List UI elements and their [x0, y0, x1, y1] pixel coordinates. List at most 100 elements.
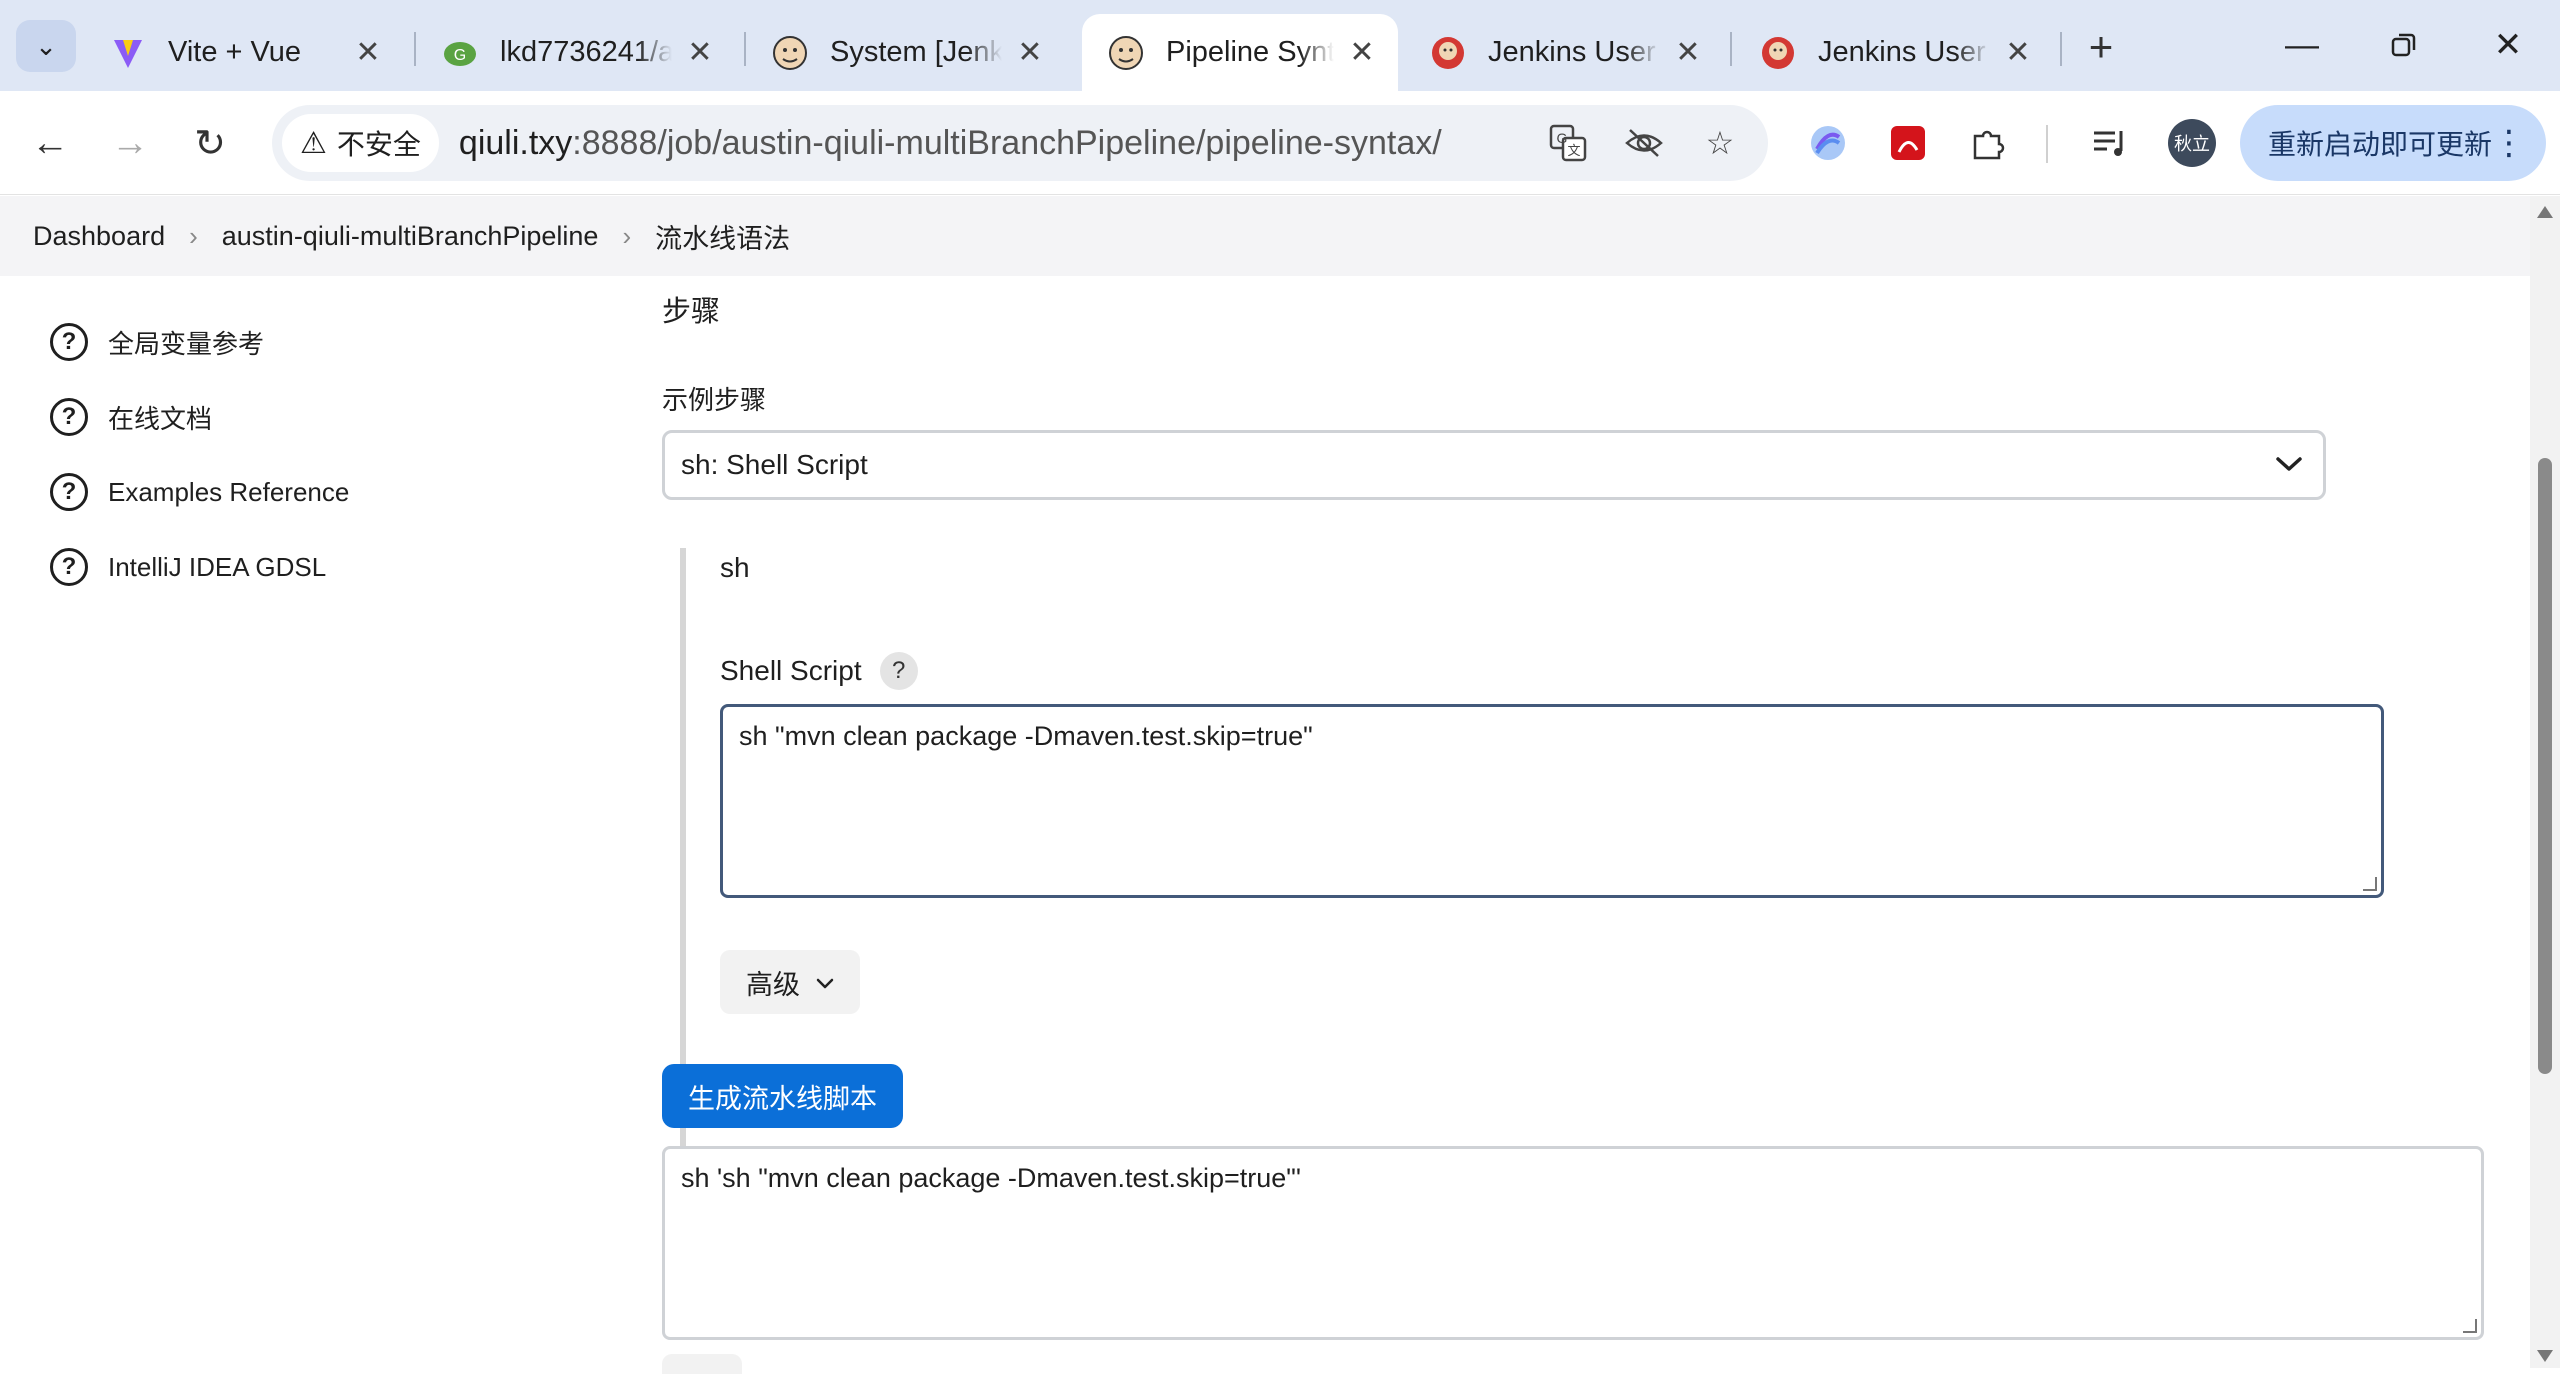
close-icon[interactable]: ✕	[350, 35, 386, 71]
back-arrow-icon: ←	[31, 121, 69, 164]
browser-tab[interactable]: Jenkins User ✕	[1734, 14, 2054, 91]
jenkins-red-icon	[1430, 35, 1466, 71]
sidebar-item-label: 在线文档	[108, 403, 213, 434]
relaunch-label: 重新启动即可更新	[2268, 129, 2493, 160]
resize-handle[interactable]	[2363, 877, 2377, 891]
advanced-label: 高级	[746, 969, 800, 1000]
sample-step-label: 示例步骤	[662, 385, 767, 415]
reload-button[interactable]: ↻	[178, 111, 242, 175]
close-icon[interactable]: ✕	[2000, 35, 2036, 71]
pdf-extension-icon[interactable]	[1880, 115, 1936, 171]
shell-script-value: sh "mvn clean package -Dmaven.test.skip=…	[739, 721, 1313, 751]
close-icon[interactable]: ✕	[682, 35, 718, 71]
scrollbar-thumb[interactable]	[2538, 458, 2552, 1074]
relaunch-update-button[interactable]: 重新启动即可更新 ⋮	[2240, 105, 2546, 181]
forward-button[interactable]: →	[98, 111, 162, 175]
close-icon[interactable]: ✕	[1012, 35, 1048, 71]
security-label: 不安全	[336, 129, 421, 160]
close-icon[interactable]: ✕	[1344, 35, 1380, 71]
chevron-right-icon: ›	[189, 220, 198, 251]
back-button[interactable]: ←	[18, 111, 82, 175]
security-indicator[interactable]: ⚠ 不安全	[282, 114, 439, 172]
shell-script-label: Shell Script	[720, 655, 862, 686]
chevron-right-icon: ›	[622, 220, 632, 251]
media-control-icon[interactable]	[2082, 115, 2138, 171]
gitee-icon: G	[442, 35, 478, 71]
chevron-down-icon	[816, 969, 834, 995]
shell-script-textarea[interactable]: sh "mvn clean package -Dmaven.test.skip=…	[720, 704, 2384, 898]
browser-tab-strip: ⌄ Vite + Vue ✕ G lkd7736241/austin ✕ Sys…	[0, 0, 2560, 91]
help-circle-icon: ?	[50, 473, 88, 511]
tab-title: System [Jenkins]	[830, 36, 1002, 68]
sample-step-select[interactable]: sh: Shell Script	[662, 430, 2326, 500]
browser-toolbar: ← → ↻ ⚠ 不安全 qiuli.txy:8888/job/austin-qi…	[0, 91, 2560, 195]
tab-title: Pipeline Syntax	[1166, 36, 1334, 68]
sidebar-item-examples-reference[interactable]: ? Examples Reference	[50, 467, 349, 517]
help-circle-icon: ?	[50, 548, 88, 586]
star-icon[interactable]: ☆	[1698, 121, 1742, 165]
breadcrumb-item-pipeline-syntax[interactable]: 流水线语法	[655, 217, 790, 256]
tab-title: Jenkins User	[1488, 36, 1656, 68]
extensions-puzzle-icon[interactable]	[1960, 115, 2016, 171]
scroll-down-icon[interactable]	[2537, 1350, 2553, 1362]
step-name: sh	[720, 552, 750, 583]
url-text[interactable]: qiuli.txy:8888/job/austin-qiuli-multiBra…	[459, 124, 1442, 163]
browser-tab[interactable]: Jenkins User ✕	[1404, 14, 1724, 91]
jenkins-icon	[772, 35, 808, 71]
eye-slash-icon[interactable]	[1622, 121, 1666, 165]
browser-tab[interactable]: G lkd7736241/austin ✕	[416, 14, 736, 91]
help-button[interactable]: ?	[879, 652, 918, 690]
generate-pipeline-script-button[interactable]: 生成流水线脚本	[662, 1064, 903, 1128]
restore-icon	[2391, 33, 2416, 57]
chevron-down-icon: ⌄	[35, 30, 57, 61]
warning-icon: ⚠	[300, 126, 327, 160]
close-icon: ✕	[2493, 26, 2523, 64]
sample-step-value: sh: Shell Script	[681, 449, 868, 480]
sidebar-item-global-variables[interactable]: ? 全局变量参考	[50, 317, 264, 367]
help-circle-icon: ?	[50, 323, 88, 361]
vite-icon	[110, 35, 146, 71]
resize-handle[interactable]	[2463, 1319, 2477, 1333]
page-scrollbar[interactable]	[2530, 196, 2560, 1368]
address-bar[interactable]: ⚠ 不安全 qiuli.txy:8888/job/austin-qiuli-mu…	[272, 105, 1768, 181]
scroll-up-icon[interactable]	[2537, 206, 2553, 218]
breadcrumb-item-job[interactable]: austin-qiuli-multiBranchPipeline	[222, 221, 599, 252]
extension-swirl-icon[interactable]	[1800, 115, 1856, 171]
svg-text:文: 文	[1567, 144, 1580, 159]
new-tab-button[interactable]: +	[2078, 24, 2124, 70]
browser-tab-active[interactable]: Pipeline Syntax ✕	[1082, 14, 1398, 91]
chevron-down-icon	[2275, 445, 2303, 482]
tab-divider	[1730, 32, 1732, 66]
close-icon[interactable]: ✕	[1670, 35, 1706, 71]
restore-button[interactable]	[2354, 14, 2454, 76]
minimize-button[interactable]: —	[2252, 14, 2352, 76]
more-menu-icon[interactable]: ⋮	[2492, 123, 2526, 163]
generated-script-value: sh 'sh "mvn clean package -Dmaven.test.s…	[681, 1163, 1302, 1193]
translate-icon[interactable]: G文	[1546, 121, 1590, 165]
close-window-button[interactable]: ✕	[2458, 14, 2558, 76]
sidebar-item-intellij-gdsl[interactable]: ? IntelliJ IDEA GDSL	[50, 542, 326, 592]
svg-text:G: G	[1557, 130, 1568, 146]
profile-avatar[interactable]: 秋立	[2168, 119, 2216, 167]
jenkins-red-icon	[1760, 35, 1796, 71]
svg-text:G: G	[454, 47, 466, 64]
advanced-button[interactable]: 高级	[720, 950, 860, 1014]
tab-title: Jenkins User	[1818, 36, 1986, 68]
section-title: 步骤	[662, 296, 721, 328]
breadcrumb: Dashboard › austin-qiuli-multiBranchPipe…	[0, 196, 2530, 276]
tab-search-button[interactable]: ⌄	[16, 20, 76, 72]
browser-tab[interactable]: System [Jenkins] ✕	[746, 14, 1066, 91]
tab-title: Vite + Vue	[168, 36, 302, 68]
help-circle-icon: ?	[50, 398, 88, 436]
tab-divider	[2060, 32, 2062, 66]
breadcrumb-item-dashboard[interactable]: Dashboard	[33, 221, 165, 252]
generated-script-textarea[interactable]: sh 'sh "mvn clean package -Dmaven.test.s…	[662, 1146, 2484, 1340]
jenkins-icon	[1108, 35, 1144, 71]
partial-button[interactable]	[662, 1354, 742, 1374]
url-path: :8888/job/austin-qiuli-multiBranchPipeli…	[572, 123, 1442, 162]
sidebar-item-label: Examples Reference	[108, 476, 350, 507]
forward-arrow-icon: →	[111, 121, 149, 164]
browser-tab[interactable]: Vite + Vue ✕	[84, 14, 404, 91]
shell-script-field-label: Shell Script ?	[720, 652, 918, 690]
sidebar-item-online-docs[interactable]: ? 在线文档	[50, 392, 212, 442]
